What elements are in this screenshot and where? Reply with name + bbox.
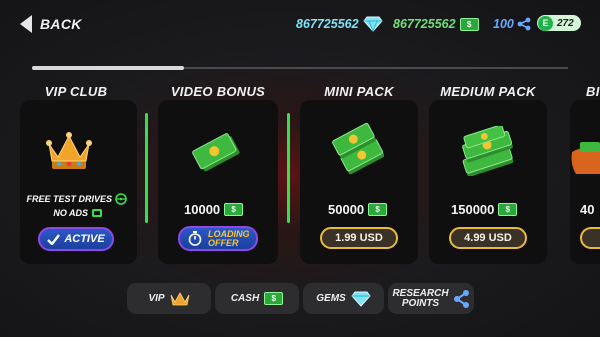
vip-active-label: ACTIVE — [64, 233, 105, 245]
mini-pack-price-button[interactable]: 1.99 USD — [320, 227, 398, 249]
medium-pack-title: MEDIUM PACK — [440, 84, 536, 99]
big-pack-amount-value: 40 — [580, 202, 595, 217]
gems-value: 867725562 — [296, 17, 359, 31]
medium-pack-amount-value: 150000 — [451, 202, 495, 217]
cash-value: 867725562 — [393, 17, 456, 31]
mini-pack-price: 1.99 USD — [335, 232, 383, 244]
loading-offer-line2: OFFER — [208, 237, 239, 248]
big-pack-amount: 40 — [580, 202, 594, 217]
vip-tab-label: VIP — [148, 293, 165, 304]
cash-icon: $ — [264, 292, 284, 305]
video-bonus-title: VIDEO BONUS — [170, 84, 266, 99]
perk-no-ads: NO ADS — [53, 207, 103, 219]
cash-icon: $ — [368, 203, 388, 216]
perk-free-test-drives: FREE TEST DRIVES — [26, 193, 127, 205]
back-label: BACK — [40, 16, 82, 32]
research-points-tab-line1: RESEARCH — [392, 287, 449, 299]
checkmark-icon — [47, 233, 61, 245]
energy-badge[interactable]: E 272 — [537, 15, 581, 31]
research-points-tab-label: RESEARCH POINTS — [392, 287, 449, 309]
back-button[interactable]: BACK — [20, 12, 82, 36]
research-points-tab-button[interactable]: RESEARCH POINTS — [388, 283, 474, 314]
scroll-thumb[interactable] — [32, 66, 184, 70]
big-pack-title: BI — [586, 84, 600, 99]
stopwatch-icon — [188, 231, 202, 246]
big-pack-price-button[interactable] — [580, 227, 600, 249]
share-nodes-icon — [453, 289, 469, 308]
loading-offer-text: LOADING OFFER — [208, 229, 250, 248]
diamond-icon — [362, 16, 383, 32]
vip-tab-button[interactable]: VIP — [127, 283, 211, 314]
mini-pack-title: MINI PACK — [324, 84, 394, 99]
medium-pack-price-button[interactable]: 4.99 USD — [449, 227, 527, 249]
crown-icon — [46, 132, 92, 169]
mini-pack-amount-value: 50000 — [328, 202, 365, 217]
section-divider — [287, 113, 290, 223]
cash-icon: $ — [459, 17, 479, 31]
perk-free-test-drives-label: FREE TEST DRIVES — [26, 194, 112, 204]
diamond-icon — [351, 291, 371, 307]
gems-balance[interactable]: 867725562 — [296, 14, 383, 34]
mini-pack-amount: 50000 $ — [328, 202, 388, 217]
section-divider — [145, 113, 148, 223]
energy-value: 272 — [557, 17, 574, 29]
video-bonus-amount: 10000 $ — [184, 202, 244, 217]
video-bonus-loading-button[interactable]: LOADING OFFER — [178, 226, 258, 251]
cash-icon: $ — [224, 203, 244, 216]
cash-stack-icon — [192, 133, 240, 172]
energy-icon: E — [538, 15, 553, 31]
cash-icon: $ — [498, 203, 518, 216]
gems-tab-button[interactable]: GEMS — [303, 283, 384, 314]
steering-wheel-icon — [115, 193, 127, 205]
cash-tab-button[interactable]: CASH $ — [215, 283, 299, 314]
vip-club-title: VIP CLUB — [44, 84, 108, 99]
cash-balance[interactable]: 867725562 $ — [393, 14, 479, 34]
cash-stack-icon — [332, 122, 384, 174]
gems-tab-label: GEMS — [316, 293, 346, 304]
medium-pack-amount: 150000 $ — [451, 202, 518, 217]
no-ads-icon — [92, 209, 102, 217]
cash-stack-icon — [462, 126, 514, 176]
research-value: 100 — [493, 17, 514, 31]
top-bar: BACK 867725562 867725562 $ 100 E 272 — [0, 0, 600, 48]
research-points-tab-line2: POINTS — [401, 297, 440, 309]
crown-icon — [170, 291, 189, 305]
research-points-balance[interactable]: 100 — [493, 14, 531, 34]
video-bonus-amount-value: 10000 — [184, 202, 221, 217]
perk-no-ads-label: NO ADS — [53, 208, 88, 218]
medium-pack-price: 4.99 USD — [464, 232, 512, 244]
back-arrow-icon — [20, 15, 32, 33]
cash-bag-icon — [571, 142, 600, 174]
vip-active-button[interactable]: ACTIVE — [38, 227, 114, 251]
share-nodes-icon — [517, 17, 531, 31]
cash-tab-label: CASH — [230, 293, 260, 304]
